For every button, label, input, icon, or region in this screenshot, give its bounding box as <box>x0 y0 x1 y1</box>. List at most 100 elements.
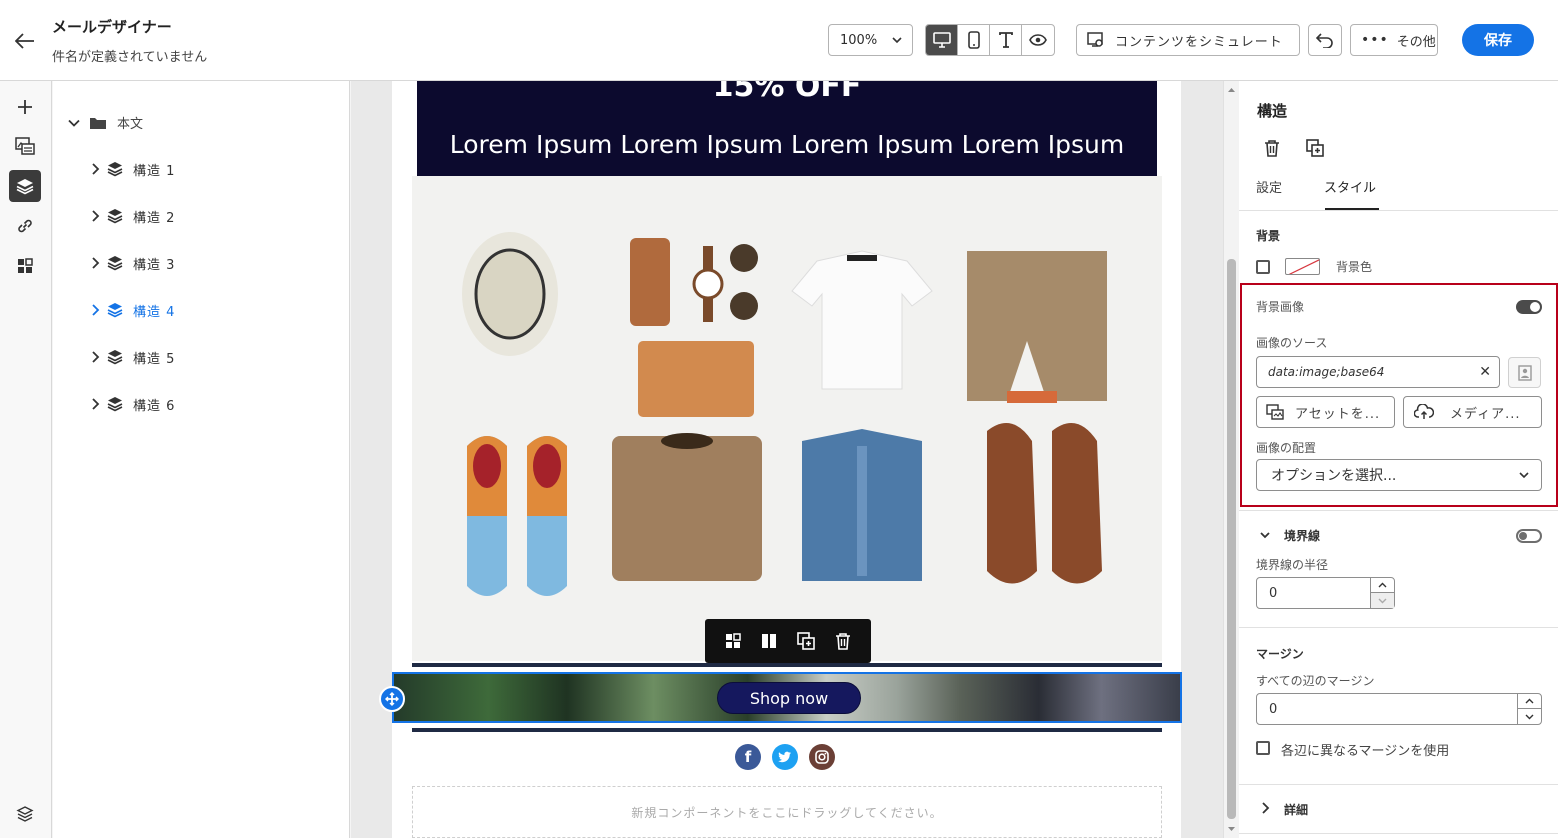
undo-button[interactable] <box>1308 24 1342 56</box>
background-color-swatch[interactable] <box>1285 258 1320 275</box>
promo-block[interactable]: 15% OFF Lorem Ipsum Lorem Ipsum Lorem Ip… <box>417 81 1157 176</box>
divider <box>1239 627 1558 628</box>
duplicate-icon <box>1306 139 1324 157</box>
border-radius-input[interactable]: 0 <box>1256 577 1395 609</box>
all-margin-stepper <box>1517 694 1541 724</box>
different-margin-checkbox[interactable] <box>1256 741 1270 755</box>
save-button[interactable]: 保存 <box>1462 24 1534 56</box>
delete-button[interactable] <box>1261 137 1283 159</box>
chevron-down-icon <box>1519 472 1529 479</box>
duplicate-button[interactable] <box>1304 137 1326 159</box>
structure-tree-panel: 本文 構造 1 構造 2 構造 3 構造 4 構造 5 構造 6 <box>53 81 350 838</box>
tree-item-structure-4[interactable]: 構造 4 <box>91 298 175 322</box>
simulate-content-button[interactable]: コンテンツをシミュレート <box>1076 24 1300 56</box>
more-button[interactable]: ••• その他 <box>1350 24 1438 56</box>
shop-banner-structure[interactable]: Shop now <box>392 672 1182 723</box>
clear-icon[interactable]: ✕ <box>1479 364 1491 380</box>
tree-item-label: 構造 5 <box>133 351 176 367</box>
stepper-up-icon[interactable] <box>1371 578 1394 593</box>
add-component-button[interactable] <box>9 91 41 123</box>
tree-root-body[interactable]: 本文 <box>67 113 143 132</box>
chevron-right-icon <box>92 304 100 316</box>
component-dropzone[interactable]: 新規コンポーネントをここにドラッグしてください。 <box>412 786 1162 838</box>
stepper-up-icon[interactable] <box>1518 694 1541 709</box>
duplicate-icon[interactable] <box>797 632 815 650</box>
all-margin-input[interactable]: 0 <box>1256 693 1542 725</box>
desktop-view-button[interactable] <box>926 25 958 55</box>
instagram-icon[interactable] <box>809 744 835 770</box>
tree-item-structure-2[interactable]: 構造 2 <box>91 204 175 228</box>
image-preview-button[interactable] <box>1508 357 1541 388</box>
chevron-down-icon <box>892 37 902 44</box>
details-section-label: 詳細 <box>1284 803 1309 817</box>
image-placement-label: 画像の配置 <box>1256 441 1317 455</box>
more-dots-icon: ••• <box>1361 32 1389 48</box>
image-source-input[interactable]: data:image;base64 ✕ <box>1256 356 1500 388</box>
layers-icon <box>107 162 123 177</box>
links-button[interactable] <box>9 210 41 242</box>
chevron-right-icon <box>92 398 100 410</box>
layers-settings-icon <box>16 806 34 822</box>
tree-item-structure-6[interactable]: 構造 6 <box>91 392 175 416</box>
fragments-icon[interactable] <box>725 633 741 649</box>
select-asset-button[interactable]: アセットを... <box>1256 396 1395 428</box>
link-icon <box>18 219 32 233</box>
stepper-down-icon[interactable] <box>1371 593 1394 608</box>
move-handle-icon[interactable] <box>379 686 405 712</box>
columns-icon[interactable] <box>761 633 777 649</box>
fragments-button[interactable] <box>9 250 41 282</box>
promo-text: Lorem Ipsum Lorem Ipsum Lorem Ipsum Lore… <box>449 130 1125 159</box>
scroll-thumb[interactable] <box>1227 259 1236 819</box>
all-margin-label: すべての辺のマージン <box>1256 674 1375 688</box>
chevron-down-icon[interactable] <box>1259 530 1271 540</box>
background-image-toggle[interactable] <box>1516 300 1542 314</box>
cloud-upload-icon <box>1414 404 1434 419</box>
scroll-up-icon[interactable] <box>1227 87 1236 93</box>
trash-icon[interactable] <box>835 632 851 650</box>
image-source-value: data:image;base64 <box>1268 365 1385 379</box>
canvas-scrollbar[interactable] <box>1223 81 1239 838</box>
layers-panel-button[interactable] <box>9 798 41 830</box>
image-placement-select[interactable]: オプションを選択... <box>1256 459 1542 491</box>
all-margin-value: 0 <box>1269 702 1278 717</box>
background-color-label: 背景色 <box>1336 260 1373 274</box>
margin-section-label: マージン <box>1256 647 1304 661</box>
tree-item-label: 構造 2 <box>133 210 176 226</box>
tree-item-structure-5[interactable]: 構造 5 <box>91 345 175 369</box>
tree-item-structure-3[interactable]: 構造 3 <box>91 251 175 275</box>
tree-item-structure-1[interactable]: 構造 1 <box>91 157 175 181</box>
select-media-button[interactable]: メディア... <box>1403 396 1542 428</box>
stepper-down-icon[interactable] <box>1518 709 1541 724</box>
border-toggle[interactable] <box>1516 529 1542 543</box>
text-view-button[interactable] <box>990 25 1022 55</box>
product-photo[interactable] <box>412 176 1162 661</box>
social-links: f <box>735 744 835 770</box>
background-image-label: 背景画像 <box>1256 300 1305 314</box>
scroll-down-icon[interactable] <box>1227 826 1236 832</box>
chevron-right-icon <box>92 210 100 222</box>
mobile-view-button[interactable] <box>958 25 990 55</box>
image-placement-value: オプションを選択... <box>1271 468 1397 484</box>
shop-now-button[interactable]: Shop now <box>717 682 861 714</box>
chevron-right-icon <box>92 351 100 363</box>
layers-icon <box>107 350 123 365</box>
zoom-select[interactable]: 100% <box>828 24 913 56</box>
assets-button[interactable] <box>9 130 41 162</box>
background-section-label: 背景 <box>1256 229 1281 243</box>
left-rail <box>0 81 52 838</box>
back-arrow-icon[interactable] <box>12 28 38 54</box>
layers-icon <box>107 256 123 271</box>
preview-button[interactable] <box>1022 25 1054 55</box>
twitter-icon[interactable] <box>772 744 798 770</box>
tree-item-label: 構造 6 <box>133 398 176 414</box>
select-media-label: メディア... <box>1450 406 1521 422</box>
divider <box>1239 833 1558 834</box>
tab-settings[interactable]: 設定 <box>1256 177 1282 196</box>
background-color-checkbox[interactable] <box>1256 260 1270 274</box>
divider <box>1239 210 1558 211</box>
navigation-tree-button[interactable] <box>9 170 41 202</box>
chevron-right-icon[interactable] <box>1261 802 1271 814</box>
divider <box>1239 784 1558 785</box>
facebook-icon[interactable]: f <box>735 744 761 770</box>
tab-style[interactable]: スタイル <box>1324 177 1376 196</box>
